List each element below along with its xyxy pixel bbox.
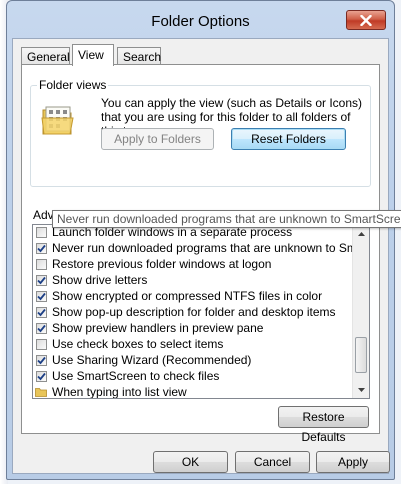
folder-views-icon [41,106,74,135]
dialog-client: General View Search Folder views You can… [12,38,390,474]
scrollbar-thumb[interactable] [355,337,367,373]
scroll-down-icon [357,387,365,392]
checkbox[interactable] [36,274,47,286]
check-icon [37,324,46,332]
list-item[interactable]: Use check boxes to select items [33,336,353,352]
checkbox[interactable] [36,290,47,302]
checkbox[interactable] [36,306,47,318]
checkbox[interactable] [36,258,47,270]
restore-defaults-button[interactable]: Restore Defaults [278,406,369,444]
folder-views-label: Folder views [37,78,109,92]
list-item[interactable]: When typing into list view [33,384,353,398]
check-icon [37,308,46,316]
check-icon [37,244,46,252]
checkbox[interactable] [36,370,47,382]
list-item[interactable]: Never run downloaded programs that are u… [33,240,369,256]
tab-view[interactable]: View [72,44,114,66]
checkbox[interactable] [36,354,47,366]
vertical-scrollbar[interactable] [352,225,369,398]
folder-options-dialog: Folder Options General View Search Folde… [6,0,395,480]
list-item[interactable]: Show pop-up description for folder and d… [33,304,353,320]
view-tab-panel: Folder views You can apply the view (suc… [21,64,380,444]
close-button[interactable] [346,10,386,30]
checkbox[interactable] [36,322,47,334]
checkbox[interactable] [36,338,47,350]
scroll-down-button[interactable] [353,381,369,398]
apply-button[interactable]: Apply [316,451,390,473]
check-icon [37,276,46,284]
list-item[interactable]: Restore previous folder windows at logon [33,256,353,272]
reset-folders-button[interactable]: Reset Folders [231,128,346,150]
ok-button[interactable]: OK [153,451,228,473]
tab-general[interactable]: General [21,47,70,65]
close-icon [360,14,372,26]
list-item[interactable]: Use SmartScreen to check files [33,368,353,384]
checkbox[interactable] [36,242,47,254]
scroll-up-icon [357,231,365,236]
folder-icon [35,388,47,397]
cancel-button[interactable]: Cancel [235,451,310,473]
list-item[interactable]: Show encrypted or compressed NTFS files … [33,288,353,304]
folder-views-group: Folder views You can apply the view (suc… [30,78,371,187]
advanced-settings-list[interactable]: Launch folder windows in a separate proc… [32,224,370,399]
list-item[interactable]: Use Sharing Wizard (Recommended) [33,352,353,368]
title-bar: Folder Options [7,1,394,41]
window-title: Folder Options [151,13,250,30]
checkbox[interactable] [36,226,47,238]
list-item[interactable]: Show drive letters [33,272,353,288]
apply-to-folders-button[interactable]: Apply to Folders [101,128,214,150]
check-icon [37,292,46,300]
check-icon [37,372,46,380]
list-item[interactable]: Show preview handlers in preview pane [33,320,353,336]
check-icon [37,356,46,364]
item-tooltip: Never run downloaded programs that are u… [52,210,401,228]
tab-search[interactable]: Search [117,47,161,65]
